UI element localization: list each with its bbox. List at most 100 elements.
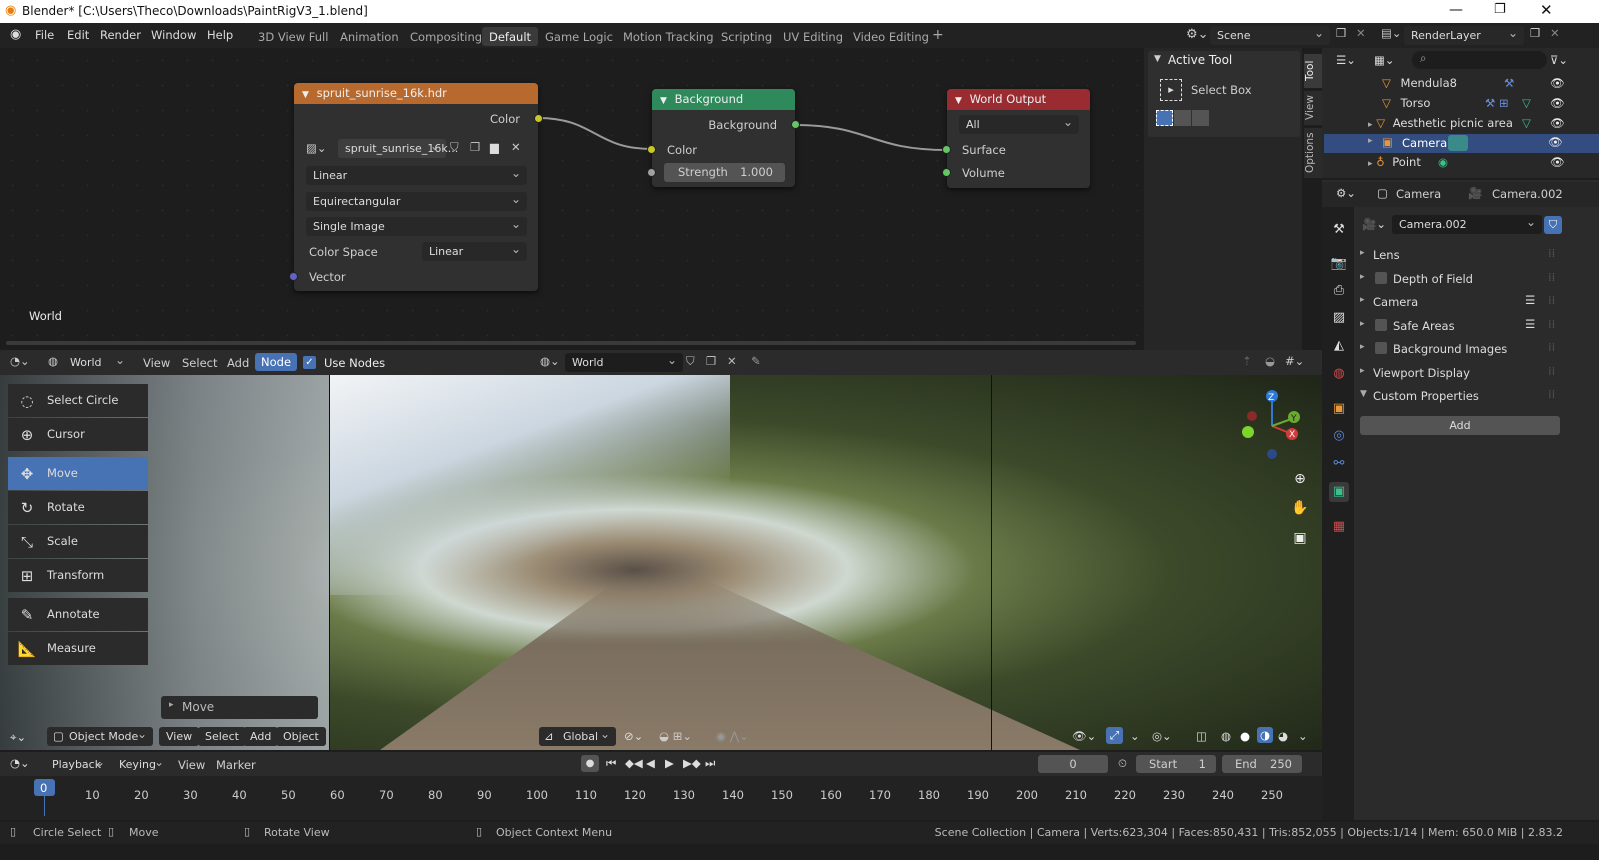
mode-new-icon[interactable] xyxy=(1156,110,1173,126)
tab-game-logic[interactable]: Game Logic xyxy=(538,27,620,46)
tab-scripting[interactable]: Scripting xyxy=(714,27,779,46)
tab-default[interactable]: Default xyxy=(482,27,539,46)
world-output-node[interactable]: ▼ World Output All Surface Volume xyxy=(942,89,1090,188)
viewport-menu-select[interactable]: Select xyxy=(198,727,246,746)
playback-menu[interactable]: Playback xyxy=(45,755,111,774)
jump-end-icon[interactable]: ⏭ xyxy=(705,756,715,771)
play-icon[interactable]: ▶ xyxy=(665,756,674,770)
panel-camera[interactable]: ▸ Camera ☰ ⁞⁞ xyxy=(1360,291,1570,314)
tab-animation[interactable]: Animation xyxy=(333,27,406,46)
drag-handle-icon[interactable]: ⁞⁞ xyxy=(1548,340,1555,354)
panel-checkbox[interactable] xyxy=(1375,319,1387,331)
color-space-dropdown[interactable]: Linear xyxy=(422,242,527,261)
panel-custom-properties[interactable]: ▼ Custom Properties ⁞⁞ xyxy=(1360,385,1570,408)
unlink-image-icon[interactable]: ✕ xyxy=(511,140,521,154)
gizmo-toggle-icon[interactable]: ⤢ xyxy=(1106,727,1124,744)
mode-extend-icon[interactable] xyxy=(1174,110,1191,126)
tab-video-editing[interactable]: Video Editing xyxy=(846,27,936,46)
visibility-eye-icon[interactable]: 👁 xyxy=(1548,135,1563,149)
texture-properties-icon[interactable]: ▦ xyxy=(1329,517,1349,537)
outliner-filter-icon[interactable]: ⊽⌄ xyxy=(1550,53,1568,67)
snap-icon[interactable]: ◒ xyxy=(1265,354,1275,368)
viewport-menu-object[interactable]: Object xyxy=(276,727,326,746)
world-browse-icon[interactable]: ◍⌄ xyxy=(540,354,560,368)
open-folder-icon[interactable]: ▆ xyxy=(490,140,499,154)
collapse-icon[interactable]: ▼ xyxy=(660,96,667,106)
prev-keyframe-icon[interactable]: ◆◀ xyxy=(625,756,643,770)
viewport-editor-type-icon[interactable]: ⌖⌄ xyxy=(10,730,26,745)
viewport-menu-view[interactable]: View xyxy=(159,727,200,746)
background-node[interactable]: ▼ Background Background Color Strength 1… xyxy=(647,89,800,187)
tool-annotate[interactable]: ✎ Annotate xyxy=(8,598,148,631)
active-tool-header[interactable]: Active Tool xyxy=(1168,53,1232,67)
visibility-eye-icon[interactable]: 👁 xyxy=(1550,96,1565,110)
camera-data-properties-icon[interactable]: ▣ xyxy=(1329,482,1349,502)
viewport-3d[interactable] xyxy=(0,375,1322,750)
object-properties-icon[interactable]: ▣ xyxy=(1329,399,1349,419)
timeline-menu-view[interactable]: View xyxy=(178,758,205,772)
camera-view-icon[interactable]: ▣ xyxy=(1290,530,1310,550)
end-frame-field[interactable]: End 250 xyxy=(1222,755,1302,773)
drag-handle-icon[interactable]: ⁞⁞ xyxy=(1548,317,1555,331)
blender-menu-icon[interactable]: ◉ xyxy=(10,27,21,42)
sidebar-tab-view[interactable]: View xyxy=(1304,91,1322,125)
jump-start-icon[interactable]: ⏮ xyxy=(606,756,616,771)
panel-viewport-display[interactable]: ▸ Viewport Display ⁞⁞ xyxy=(1360,362,1570,385)
source-dropdown[interactable]: Single Image xyxy=(306,217,527,236)
mode-subtract-icon[interactable] xyxy=(1192,110,1209,126)
tab-motion-tracking[interactable]: Motion Tracking xyxy=(616,27,721,46)
last-operator-panel[interactable]: ▸ Move xyxy=(161,696,318,719)
collapse-icon[interactable]: ▼ xyxy=(955,96,962,106)
menu-file[interactable]: File xyxy=(35,28,54,42)
camera-data-name-field[interactable]: Camera.002 xyxy=(1392,215,1542,234)
outliner-search-field[interactable]: ⌕ xyxy=(1412,51,1547,69)
new-image-icon[interactable]: ❐ xyxy=(470,140,480,154)
expand-arrow-icon[interactable]: ▸ xyxy=(1368,136,1373,146)
drag-handle-icon[interactable]: ⁞⁞ xyxy=(1548,387,1555,401)
fake-user-icon[interactable]: ⛉ xyxy=(450,140,459,155)
drag-handle-icon[interactable]: ⁞⁞ xyxy=(1548,293,1555,307)
overlays-icon[interactable]: ◎⌄ xyxy=(1152,729,1172,743)
add-custom-property-button[interactable]: Add xyxy=(1360,416,1560,435)
select-box-icon[interactable]: ▸ xyxy=(1160,79,1182,101)
panel-checkbox[interactable] xyxy=(1375,272,1387,284)
image-color-socket[interactable] xyxy=(534,114,543,123)
output-properties-icon[interactable]: ⎙ xyxy=(1329,281,1349,301)
scene-remove-icon[interactable]: ✕ xyxy=(1356,26,1366,40)
output-target-dropdown[interactable]: All xyxy=(959,115,1079,134)
world-new-icon[interactable]: ❐ xyxy=(706,354,716,368)
panel-depth-of-field[interactable]: ▸ Depth of Field ⁞⁞ xyxy=(1360,268,1570,291)
pin-icon[interactable]: ✎ xyxy=(751,354,761,368)
tool-transform[interactable]: ⊞ Transform xyxy=(8,559,148,592)
background-out-socket[interactable] xyxy=(791,120,800,129)
render-layer-new-icon[interactable]: ❐ xyxy=(1530,26,1540,40)
node-menu-add[interactable]: Add xyxy=(227,356,249,370)
wireframe-shading-icon[interactable]: ◍ xyxy=(1221,729,1231,743)
render-layer-field[interactable]: RenderLayer xyxy=(1404,26,1524,45)
menu-help[interactable]: Help xyxy=(207,28,233,42)
display-mode-icon[interactable]: ▦⌄ xyxy=(1374,53,1395,67)
start-frame-field[interactable]: Start 1 xyxy=(1136,755,1216,773)
image-node-header[interactable]: ▼ spruit_sunrise_16k.hdr xyxy=(294,83,538,104)
tool-rotate[interactable]: ↻ Rotate xyxy=(8,491,148,524)
timeline-menu-marker[interactable]: Marker xyxy=(216,758,256,772)
scene-new-icon[interactable]: ❐ xyxy=(1336,26,1346,40)
drag-handle-icon[interactable]: ⁞⁞ xyxy=(1548,270,1555,284)
scene-browse-icon[interactable]: ⚙⌄ xyxy=(1186,27,1209,42)
surface-socket[interactable] xyxy=(942,145,951,154)
panel-lens[interactable]: ▸ Lens ⁞⁞ xyxy=(1360,244,1570,267)
vector-socket[interactable] xyxy=(289,272,298,281)
tool-measure[interactable]: 📐 Measure xyxy=(8,632,148,665)
visibility-icon[interactable]: 👁⌄ xyxy=(1072,729,1096,743)
render-layer-icon[interactable]: ▤⌄ xyxy=(1381,26,1402,40)
node-menu-view[interactable]: View xyxy=(143,356,170,370)
visibility-eye-icon[interactable]: 👁 xyxy=(1550,155,1565,169)
scene-properties-icon[interactable]: ◭ xyxy=(1329,336,1349,356)
viewport-menu-add[interactable]: Add xyxy=(243,727,279,746)
presets-list-icon[interactable]: ☰ xyxy=(1525,293,1535,307)
world-output-header[interactable]: ▼ World Output xyxy=(947,89,1090,110)
pan-hand-icon[interactable]: ✋ xyxy=(1290,500,1310,520)
tool-scale[interactable]: ⤡ Scale xyxy=(8,525,148,558)
projection-dropdown[interactable]: Equirectangular xyxy=(306,192,527,211)
tool-properties-icon[interactable]: ⚒ xyxy=(1329,220,1349,240)
